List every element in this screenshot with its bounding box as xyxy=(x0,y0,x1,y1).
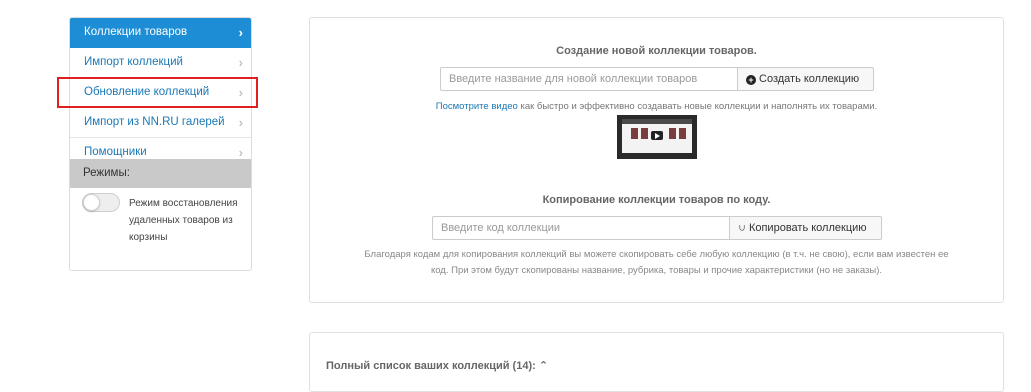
chevron-right-icon: › xyxy=(238,115,243,130)
video-preview-product xyxy=(669,128,676,139)
collections-list-panel: Полный список ваших коллекций (14): ⌃ xyxy=(309,332,1004,392)
copy-input-group: Введите код коллекции ∩ Копировать коллек… xyxy=(432,216,882,240)
collection-code-input[interactable]: Введите код коллекции xyxy=(432,216,729,240)
play-icon xyxy=(651,131,663,140)
sidebar-item-update-collections[interactable]: Обновление коллекций › xyxy=(70,78,251,108)
sidebar-item-label: Импорт из NN.RU галерей xyxy=(84,116,225,128)
video-hint-text: как быстро и эффективно создавать новые … xyxy=(517,101,878,112)
chevron-right-icon: › xyxy=(238,85,243,100)
sidebar-item-label: Коллекции товаров xyxy=(84,26,188,38)
collection-name-input[interactable]: Введите название для новой коллекции тов… xyxy=(440,67,737,91)
watch-video-link[interactable]: Посмотрите видео xyxy=(436,101,518,112)
video-preview-product xyxy=(679,128,686,139)
sidebar-item-label: Помощники xyxy=(84,146,147,158)
collections-list-title[interactable]: Полный список ваших коллекций (14): ⌃ xyxy=(326,359,548,372)
chevron-right-icon: › xyxy=(238,55,243,70)
caret-up-icon: ⌃ xyxy=(538,360,549,372)
sidebar-item-label: Обновление коллекций xyxy=(84,86,210,98)
copy-title: Копирование коллекции товаров по коду. xyxy=(542,194,771,206)
video-preview-bar xyxy=(622,119,692,124)
sidebar-nav: Коллекции товаров › Импорт коллекций › О… xyxy=(69,17,252,271)
create-button-label: Создать коллекцию xyxy=(759,73,860,85)
video-hint: Посмотрите видео как быстро и эффективно… xyxy=(310,101,1003,112)
plus-circle-icon: + xyxy=(746,75,756,85)
video-thumbnail[interactable] xyxy=(617,115,697,159)
restore-mode-toggle[interactable] xyxy=(82,193,120,212)
magnet-icon: ∩ xyxy=(738,222,746,234)
copy-note-line-1: Благодаря кодам для копирования коллекци… xyxy=(364,249,949,260)
collections-list-title-text: Полный список ваших коллекций (14): xyxy=(326,360,536,372)
video-preview-product xyxy=(641,128,648,139)
sidebar-item-label: Импорт коллекций xyxy=(84,56,183,68)
create-collection-panel: Создание новой коллекции товаров. Введит… xyxy=(309,17,1004,303)
create-title: Создание новой коллекции товаров. xyxy=(556,45,757,57)
copy-button-label: Копировать коллекцию xyxy=(748,222,867,234)
sidebar-item-collections[interactable]: Коллекции товаров › xyxy=(70,18,251,48)
sidebar-item-import-collections[interactable]: Импорт коллекций › xyxy=(70,48,251,78)
video-preview-product xyxy=(631,128,638,139)
create-collection-button[interactable]: + Создать коллекцию xyxy=(737,67,874,91)
copy-note-line-2: код. При этом будут скопированы название… xyxy=(430,265,883,276)
toggle-knob xyxy=(83,194,100,211)
sidebar-item-import-nnru[interactable]: Импорт из NN.RU галерей › xyxy=(70,108,251,138)
copy-collection-button[interactable]: ∩ Копировать коллекцию xyxy=(729,216,882,240)
restore-mode-label: Режим восстановления удаленных товаров и… xyxy=(129,198,238,243)
modes-header: Режимы: xyxy=(70,159,251,188)
chevron-right-icon: › xyxy=(238,25,243,40)
create-input-group: Введите название для новой коллекции тов… xyxy=(440,67,874,91)
